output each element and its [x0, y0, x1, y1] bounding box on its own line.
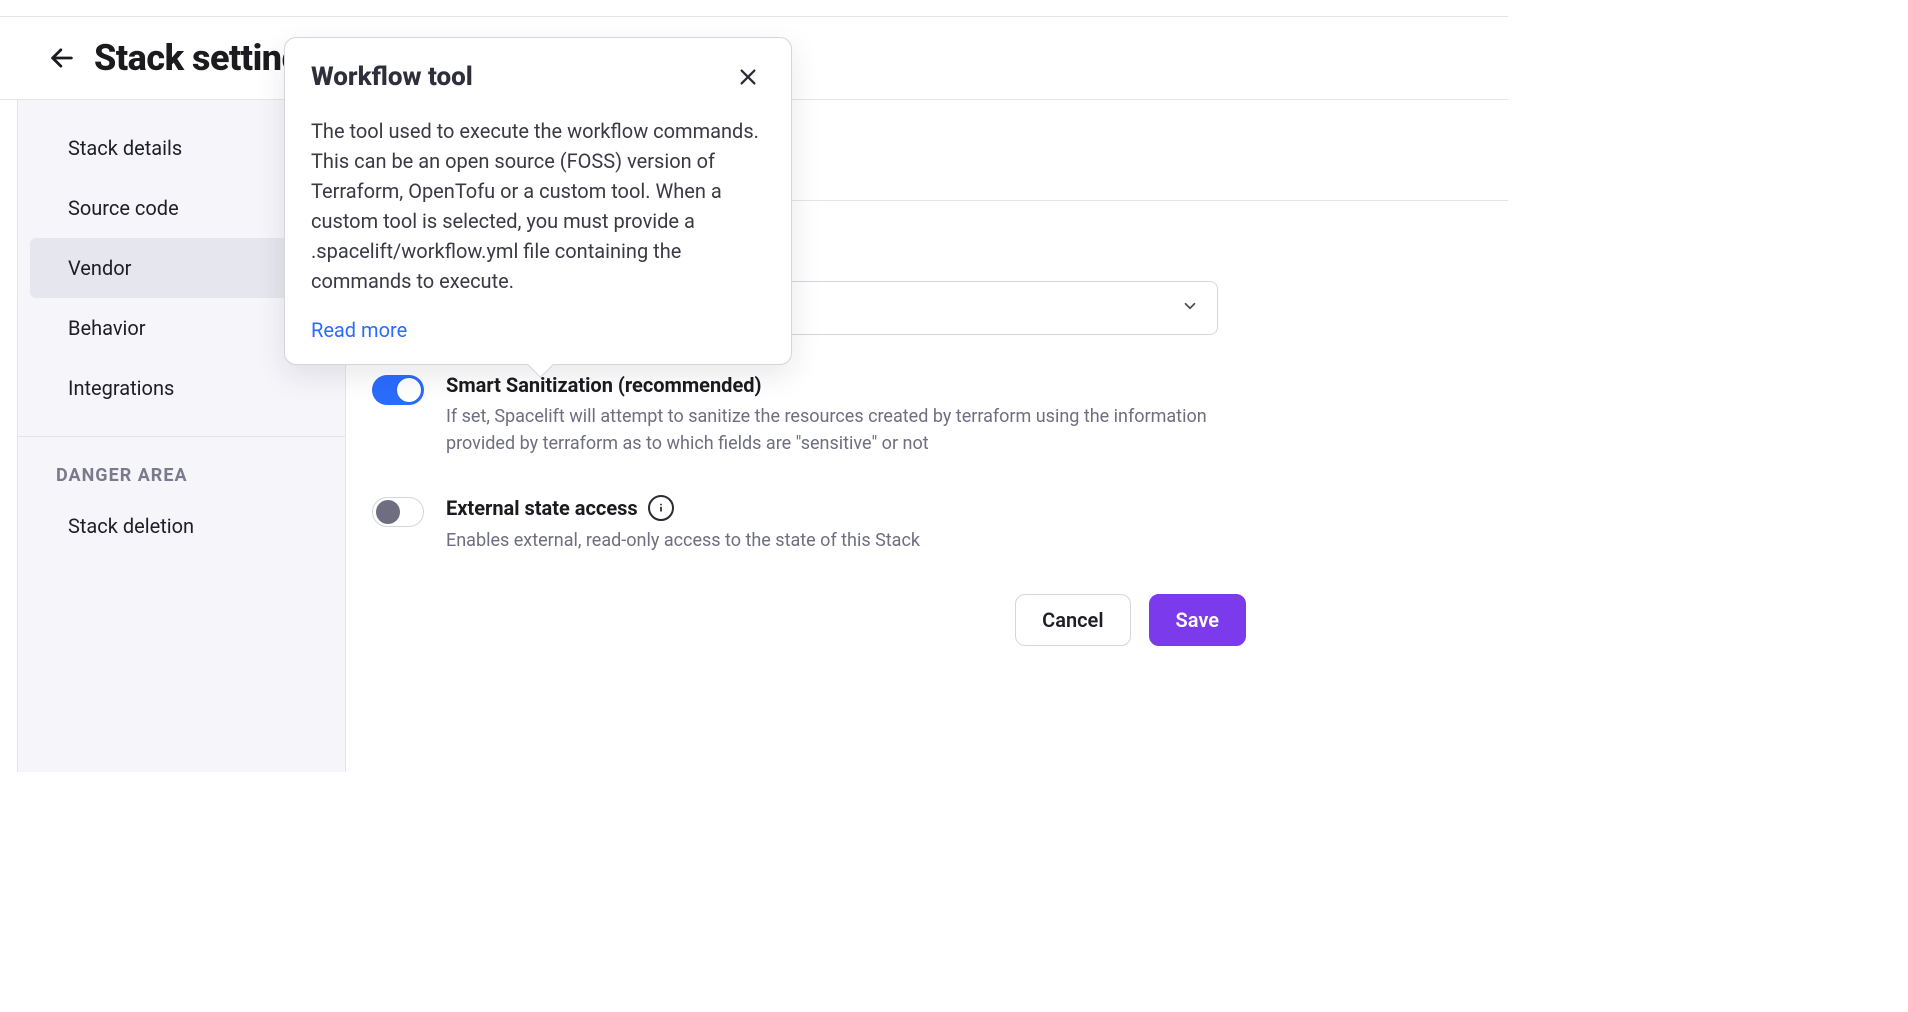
smart-sanitization-title: Smart Sanitization (recommended) [446, 373, 1218, 397]
workflow-tool-popover: Workflow tool The tool used to execute t… [284, 37, 792, 365]
cancel-button[interactable]: Cancel [1015, 594, 1130, 646]
popover-read-more-link[interactable]: Read more [311, 318, 407, 342]
save-button[interactable]: Save [1149, 594, 1246, 646]
sidebar-item-stack-deletion[interactable]: Stack deletion [30, 496, 333, 556]
popover-close-button[interactable] [731, 62, 765, 98]
external-state-desc: Enables external, read-only access to th… [446, 527, 920, 554]
external-state-toggle[interactable] [372, 497, 424, 527]
popover-title: Workflow tool [311, 62, 473, 92]
sidebar-item-integrations[interactable]: Integrations [30, 358, 333, 418]
chevron-down-icon [1181, 297, 1199, 320]
smart-sanitization-desc: If set, Spacelift will attempt to saniti… [446, 403, 1218, 457]
info-icon [654, 501, 668, 515]
external-state-info-button[interactable] [648, 495, 674, 521]
external-state-title: External state access [446, 496, 638, 520]
sidebar-danger-heading: DANGER AREA [18, 437, 345, 496]
close-icon [737, 66, 759, 88]
smart-sanitization-toggle[interactable] [372, 375, 424, 405]
back-arrow-icon[interactable] [48, 44, 76, 72]
popover-body: The tool used to execute the workflow co… [311, 116, 765, 296]
